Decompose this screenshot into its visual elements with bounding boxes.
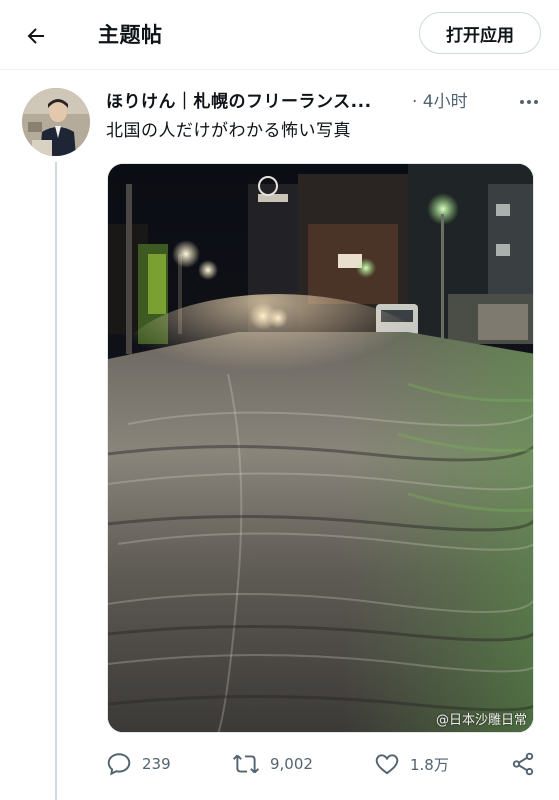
retweet-icon bbox=[232, 754, 260, 774]
heart-icon bbox=[375, 754, 399, 775]
share-icon bbox=[512, 752, 534, 776]
thread-connector-line bbox=[55, 162, 57, 800]
post-header: ほりけん｜札幌のフリーランス... · 4小时 bbox=[106, 88, 544, 116]
user-avatar-image bbox=[22, 88, 90, 156]
post-text: 北国の人だけがわかる怖い写真 bbox=[106, 121, 351, 141]
avatar[interactable] bbox=[22, 88, 90, 156]
page-title: 主题帖 bbox=[98, 23, 163, 47]
open-app-button[interactable]: 打开应用 bbox=[419, 12, 541, 54]
retweet-button[interactable]: 9,002 bbox=[232, 747, 313, 781]
like-count: 1.8万 bbox=[410, 755, 449, 774]
action-bar: 239 9,002 1.8万 bbox=[106, 747, 546, 781]
more-button[interactable] bbox=[514, 88, 544, 116]
post-photo[interactable]: @日本沙雕日常 bbox=[107, 163, 534, 733]
author-name[interactable]: ほりけん｜札幌のフリーランス... bbox=[106, 88, 411, 116]
more-horizontal-icon bbox=[520, 100, 538, 104]
arrow-left-icon bbox=[27, 28, 44, 44]
top-bar: 主题帖 打开应用 bbox=[0, 0, 559, 70]
watermark: @日本沙雕日常 bbox=[435, 713, 527, 728]
icy-street-photo bbox=[108, 164, 533, 732]
back-button[interactable] bbox=[18, 18, 54, 54]
speech-bubble-icon bbox=[107, 753, 131, 776]
retweet-count: 9,002 bbox=[270, 755, 313, 773]
post-time[interactable]: · 4小时 bbox=[412, 88, 468, 116]
reply-count: 239 bbox=[142, 755, 171, 773]
share-button[interactable] bbox=[510, 747, 546, 781]
like-button[interactable]: 1.8万 bbox=[374, 747, 449, 781]
reply-button[interactable]: 239 bbox=[106, 747, 171, 781]
